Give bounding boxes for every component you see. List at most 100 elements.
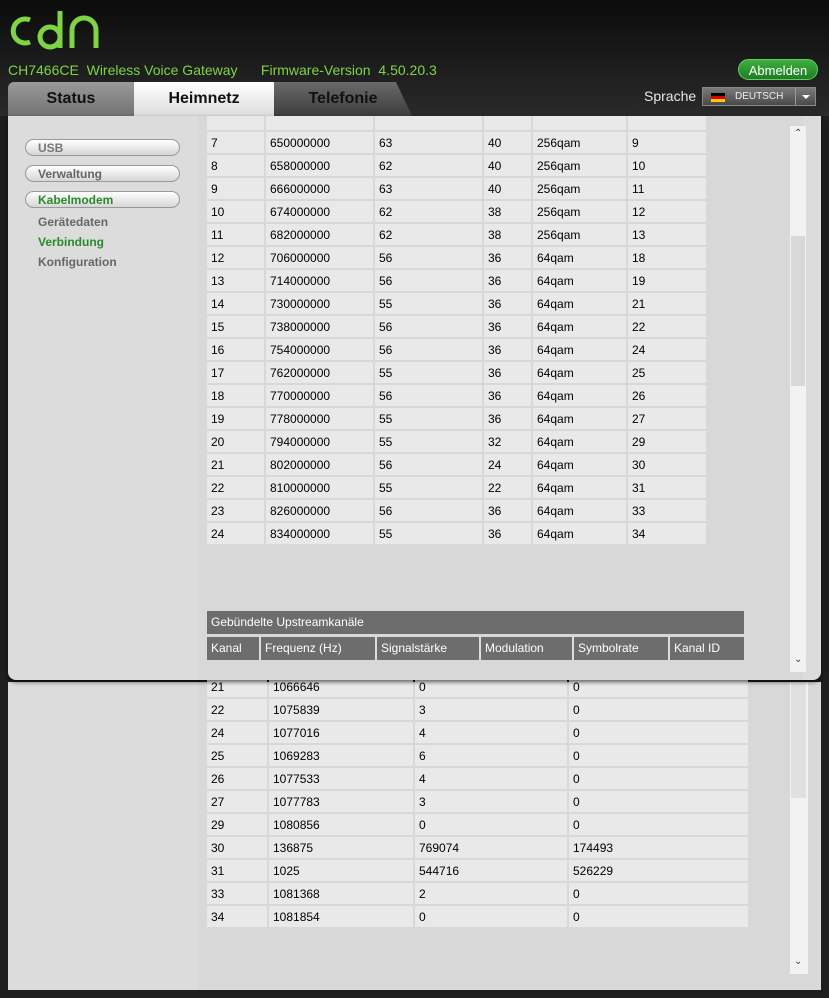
table-cell: 55 — [375, 477, 482, 498]
tab-heimnetz[interactable]: Heimnetz — [134, 82, 274, 116]
table-cell: 55 — [375, 362, 482, 383]
table-cell: 794000000 — [266, 431, 373, 452]
sidebar-subitem-verbindung[interactable]: Verbindung — [38, 235, 104, 249]
table-cell: 1025 — [269, 860, 413, 881]
table-cell: 31 — [207, 860, 267, 881]
table-cell: 9 — [207, 178, 264, 199]
table-cell: 21 — [207, 454, 264, 475]
table-cell: 6 — [415, 745, 567, 766]
table-cell: 40 — [484, 178, 531, 199]
table-cell: 26 — [207, 768, 267, 789]
table-cell: 19 — [628, 270, 706, 291]
table-cell: 10 — [207, 201, 264, 222]
chevron-down-icon[interactable] — [795, 88, 816, 105]
table-cell: 738000000 — [266, 316, 373, 337]
table-cell: 30 — [207, 837, 267, 858]
table-cell: 682000000 — [266, 224, 373, 245]
table-cell: 7 — [207, 132, 264, 153]
table-cell: 754000000 — [266, 339, 373, 360]
table-cell: 56 — [375, 500, 482, 521]
table-cell: 33 — [628, 500, 706, 521]
table-cell: 22 — [628, 316, 706, 337]
table-cell: 55 — [375, 523, 482, 544]
main-scrollbar[interactable]: ⌃ ⌄ — [790, 126, 806, 672]
table-row: 12 706000000 56 36 64qam 18 — [207, 247, 706, 268]
firmware-version: 4.50.20.3 — [378, 62, 437, 78]
table-cell: 64qam — [533, 293, 626, 314]
table-cell: 38 — [484, 224, 531, 245]
table-cell: 64qam — [533, 408, 626, 429]
table-cell: 8 — [207, 155, 264, 176]
table-cell: 0 — [569, 699, 748, 720]
table-cell: 64qam — [533, 477, 626, 498]
table-cell: 31 — [628, 477, 706, 498]
table-row: 25 1069283 6 0 — [207, 745, 748, 766]
sidebar-subitem-geraetedaten[interactable]: Gerätedaten — [38, 215, 108, 229]
table-cell: 11 — [628, 178, 706, 199]
table-cell: 25 — [207, 745, 267, 766]
table-cell: 1081368 — [269, 883, 413, 904]
german-flag-icon — [711, 93, 725, 102]
table-cell: 1069283 — [269, 745, 413, 766]
table-row: 33 1081368 2 0 — [207, 883, 748, 904]
table-row: 18 770000000 56 36 64qam 26 — [207, 385, 706, 406]
firmware-label: Firmware-Version — [260, 62, 371, 78]
table-cell: 56 — [375, 385, 482, 406]
sidebar-subitem-konfiguration[interactable]: Konfiguration — [38, 255, 117, 269]
table-cell: 544716 — [415, 860, 567, 881]
table-cell: 56 — [375, 270, 482, 291]
tab-status[interactable]: Status — [8, 82, 134, 116]
main-scroll-thumb[interactable] — [791, 236, 805, 386]
table-cell: 64qam — [533, 316, 626, 337]
table-cell: 40 — [484, 132, 531, 153]
table-cell: 23 — [207, 500, 264, 521]
table-cell: 256qam — [533, 155, 626, 176]
col-header-kanal: Kanal — [207, 637, 261, 660]
table-row: 34 1081854 0 0 — [207, 906, 748, 927]
tab-telefonie[interactable]: Telefonie — [274, 82, 412, 116]
table-cell: 15 — [207, 316, 264, 337]
upstream-title: Gebündelte Upstreamkanäle — [207, 611, 744, 634]
table-cell: 18 — [207, 385, 264, 406]
table-cell: 36 — [484, 500, 531, 521]
sidebar-item-verwaltung[interactable]: Verwaltung — [25, 165, 180, 182]
table-cell: 56 — [375, 247, 482, 268]
scroll-up-icon[interactable]: ⌃ — [794, 128, 802, 139]
table-cell: 22 — [207, 477, 264, 498]
language-select[interactable]: DEUTSCH — [702, 87, 816, 106]
table-cell: 256qam — [533, 224, 626, 245]
table-cell: 64qam — [533, 454, 626, 475]
table-cell: 13 — [628, 224, 706, 245]
table-row: 29 1080856 0 0 — [207, 814, 748, 835]
table-cell: 174493 — [569, 837, 748, 858]
table-cell: 36 — [484, 385, 531, 406]
table-cell: 0 — [569, 722, 748, 743]
table-cell: 714000000 — [266, 270, 373, 291]
scroll-down-icon[interactable]: ⌄ — [794, 654, 802, 665]
table-row: 15 738000000 56 36 64qam 22 — [207, 316, 706, 337]
table-cell: 64qam — [533, 362, 626, 383]
table-row-partial — [207, 116, 706, 130]
lower-scroll-thumb[interactable] — [791, 682, 806, 798]
lower-scrollbar[interactable]: ⌄ — [790, 682, 808, 974]
table-cell: 27 — [628, 408, 706, 429]
table-row: 19 778000000 55 36 64qam 27 — [207, 408, 706, 429]
logout-button[interactable]: Abmelden — [738, 59, 818, 80]
device-info: CH7466CE Wireless Voice Gateway Firmware… — [8, 62, 437, 78]
table-cell: 12 — [207, 247, 264, 268]
table-cell: 3 — [415, 699, 567, 720]
table-cell: 24 — [484, 454, 531, 475]
cbn-logo — [10, 11, 99, 50]
sidebar-item-usb[interactable]: USB — [25, 139, 180, 156]
table-cell: 38 — [484, 201, 531, 222]
table-cell: 64qam — [533, 270, 626, 291]
table-row: 16 754000000 56 36 64qam 24 — [207, 339, 706, 360]
table-cell: 64qam — [533, 385, 626, 406]
sidebar-item-kabelmodem[interactable]: Kabelmodem — [25, 191, 180, 208]
table-row: 22 1075839 3 0 — [207, 699, 748, 720]
content-area: 7 650000000 63 40 256qam 9 8 658000000 62 40 256qa… — [198, 116, 803, 680]
table-cell: 33 — [207, 883, 267, 904]
table-cell: 0 — [415, 814, 567, 835]
scroll-down-icon[interactable]: ⌄ — [794, 956, 802, 967]
table-cell: 64qam — [533, 523, 626, 544]
